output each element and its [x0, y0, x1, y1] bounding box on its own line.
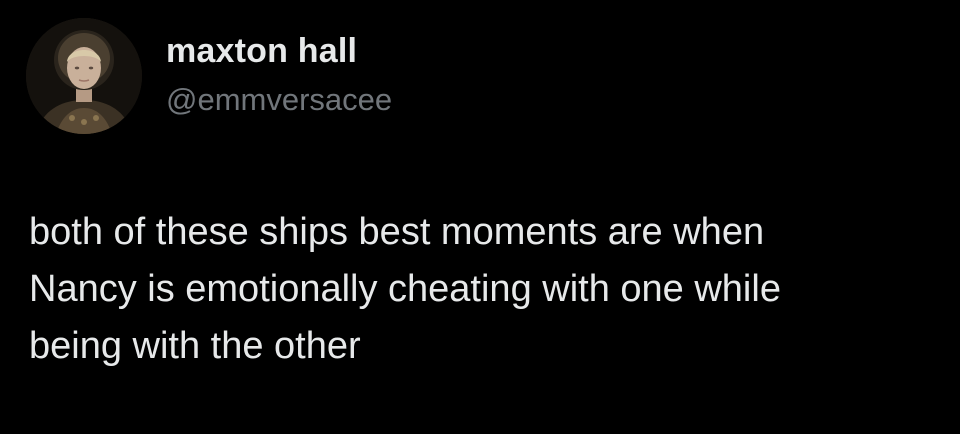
author-display-name[interactable]: maxton hall [166, 32, 357, 71]
tweet-text: both of these ships best moments are whe… [29, 211, 781, 367]
tweet-card: maxton hall @emmversacee both of these s… [0, 0, 960, 434]
avatar-portrait-icon [26, 18, 142, 134]
author-handle[interactable]: @emmversacee [166, 82, 392, 118]
avatar[interactable] [26, 18, 142, 134]
